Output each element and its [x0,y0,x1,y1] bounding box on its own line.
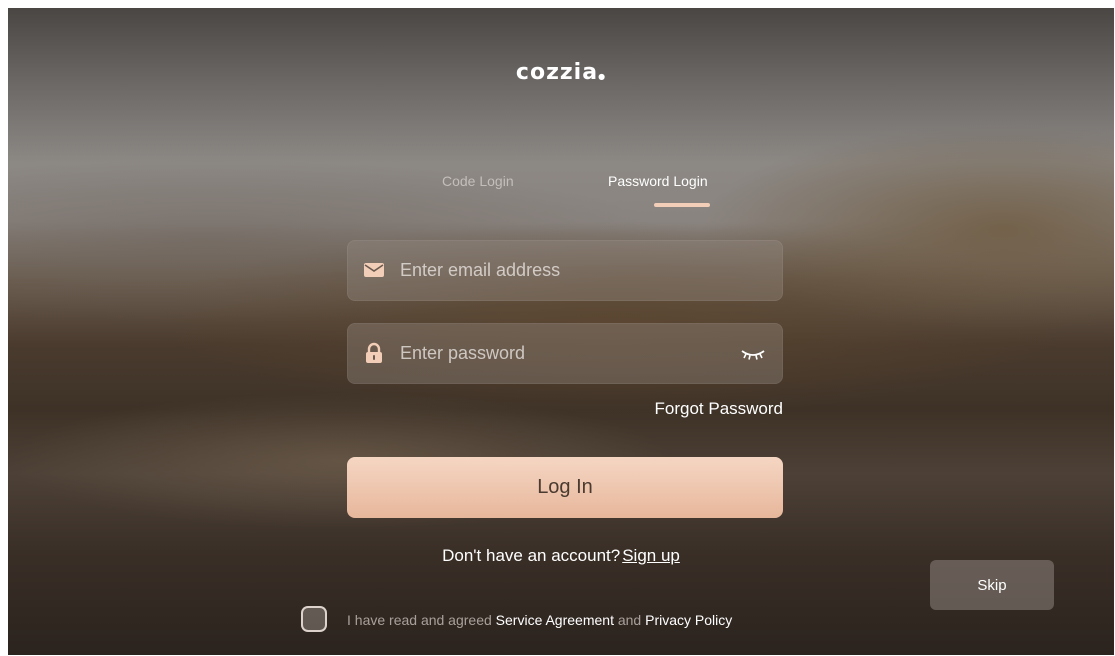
envelope-icon [364,263,384,277]
forgot-password-link[interactable]: Forgot Password [655,399,784,419]
app-logo: cozzia● [8,60,1114,85]
login-tabs: Code Login Password Login [8,173,1114,213]
privacy-policy-link[interactable]: Privacy Policy [645,612,732,628]
tab-code-login[interactable]: Code Login [442,173,514,189]
signup-prompt: Don't have an account? [442,546,621,565]
signup-link[interactable]: Sign up [622,546,680,565]
service-agreement-link[interactable]: Service Agreement [496,612,614,628]
lock-icon [366,342,382,363]
agreement-prefix: I have read and agreed [347,612,492,628]
email-input[interactable] [400,240,720,301]
password-field-container [347,323,783,384]
login-screen: cozzia● Code Login Password Login Forgot… [8,8,1114,655]
skip-button[interactable]: Skip [930,560,1054,610]
agreement-text: I have read and agreed Service Agreement… [347,612,732,628]
eye-closed-icon[interactable] [739,347,767,361]
tab-password-login[interactable]: Password Login [608,173,708,189]
login-button[interactable]: Log In [347,457,783,518]
agreement-checkbox[interactable] [301,606,327,632]
logo-dot: ● [598,72,607,81]
logo-text: cozzia [515,60,599,85]
active-tab-indicator [654,203,710,207]
password-input[interactable] [400,323,720,384]
email-field-container [347,240,783,301]
agreement-joiner: and [617,612,642,628]
